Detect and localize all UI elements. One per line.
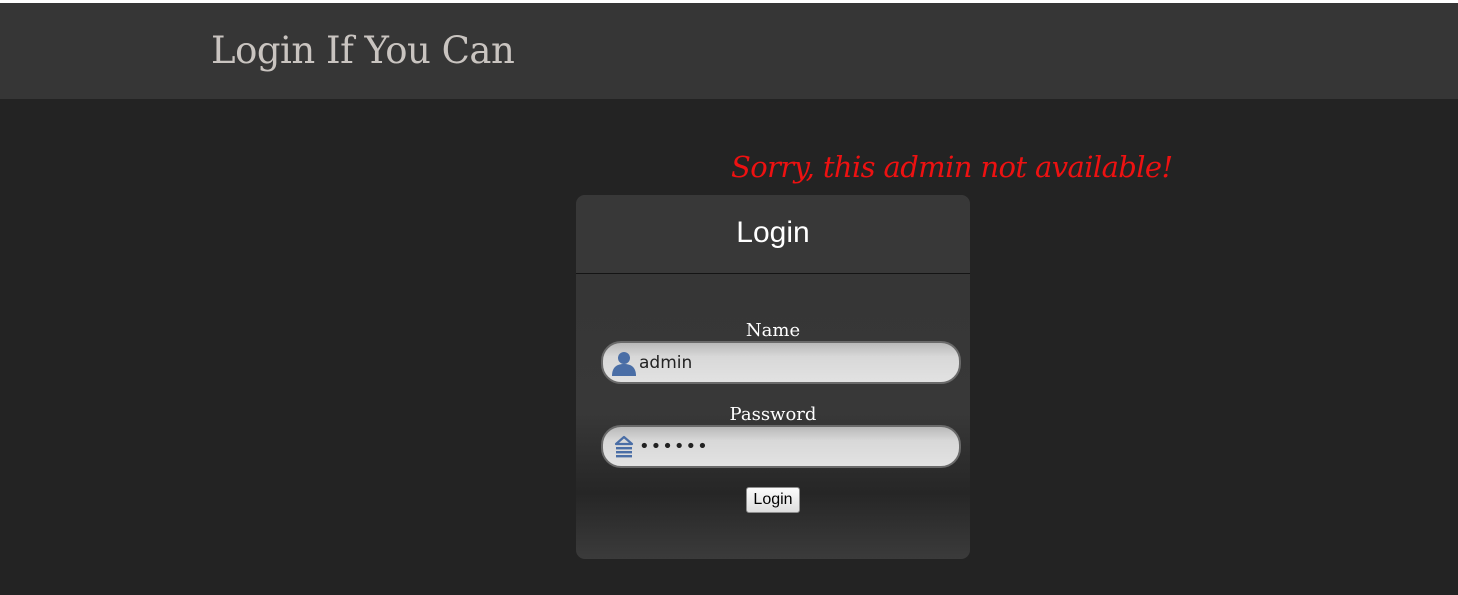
error-message: Sorry, this admin not available! <box>731 150 1173 184</box>
name-field[interactable] <box>601 341 961 384</box>
login-panel: Login Name Password •••••• Login <box>576 195 970 559</box>
name-input[interactable] <box>639 343 949 382</box>
name-label: Name <box>745 320 801 341</box>
password-label: Password <box>729 404 817 425</box>
site-title: Login If You Can <box>211 29 515 72</box>
user-icon <box>611 350 637 376</box>
password-field[interactable]: •••••• <box>601 425 961 468</box>
login-button[interactable]: Login <box>746 487 800 513</box>
login-panel-header: Login <box>576 195 970 274</box>
site-header: Login If You Can <box>0 3 1458 99</box>
login-panel-title: Login <box>736 216 810 249</box>
lock-icon <box>613 435 639 461</box>
password-input[interactable]: •••••• <box>639 427 949 466</box>
